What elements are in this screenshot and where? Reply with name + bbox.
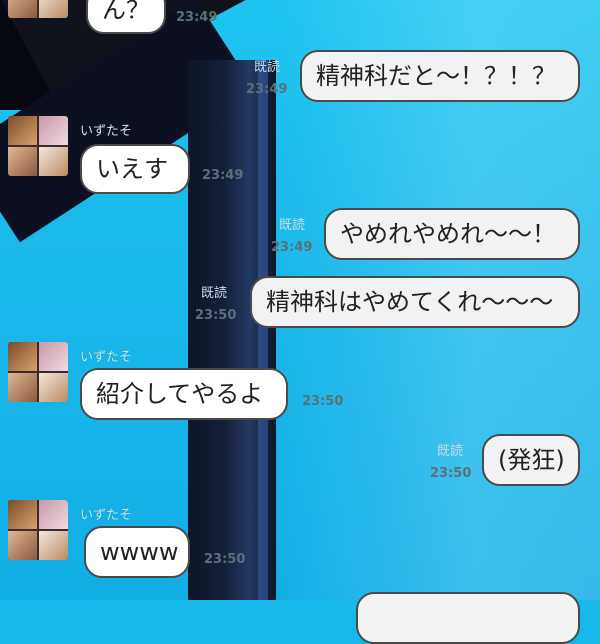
avatar[interactable]: [8, 116, 68, 176]
sender-name: いずたそ: [80, 508, 133, 523]
avatar[interactable]: [8, 0, 68, 18]
message-time: 23:49: [202, 168, 244, 183]
message-bubble-outgoing[interactable]: やめれやめれ～～！: [324, 208, 580, 260]
message-bubble-incoming[interactable]: ん？: [86, 0, 166, 34]
read-receipt: 既読: [279, 218, 306, 233]
sender-name: いずたそ: [80, 350, 133, 365]
message-bubble-incoming[interactable]: 紹介してやるよ: [80, 368, 288, 420]
message-time: 23:50: [302, 394, 344, 409]
avatar[interactable]: [8, 342, 68, 402]
avatar[interactable]: [8, 500, 68, 560]
message-time: 23:49: [176, 10, 218, 25]
chat-log[interactable]: ん？ 23:49 既読 23:49 精神科だと～！？！？ いずたそ いえす 23…: [0, 0, 600, 644]
message-bubble-outgoing[interactable]: 精神科だと～！？！？: [300, 50, 580, 102]
read-receipt: 既読: [201, 286, 228, 301]
sender-name: いずたそ: [80, 124, 133, 139]
message-time: 23:50: [195, 308, 237, 323]
message-bubble-incoming[interactable]: いえす: [80, 144, 190, 194]
read-receipt: 既読: [437, 444, 464, 459]
message-time: 23:50: [430, 466, 472, 481]
message-bubble-outgoing[interactable]: (発狂): [482, 434, 580, 486]
message-time: 23:49: [246, 82, 288, 97]
read-receipt: 既読: [254, 60, 281, 75]
message-time: 23:50: [204, 552, 246, 567]
message-bubble-incoming[interactable]: wwww: [84, 526, 190, 578]
message-bubble-outgoing[interactable]: 精神科はやめてくれ～～～: [250, 276, 580, 328]
message-time: 23:49: [271, 240, 313, 255]
